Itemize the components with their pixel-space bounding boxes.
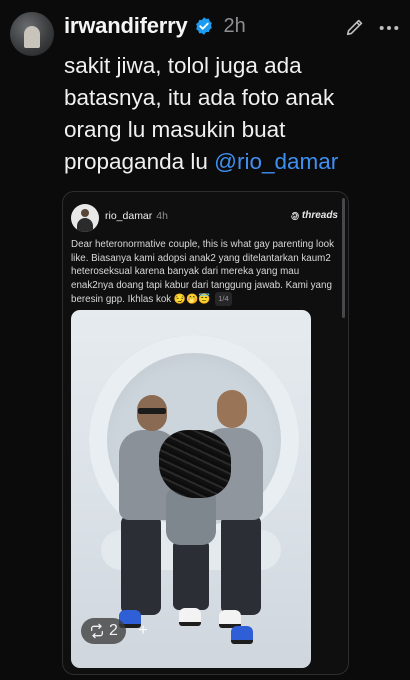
post-card: irwandiferry 2h sakit jiwa, tolol juga a… (0, 0, 410, 680)
plus-icon: + (138, 622, 148, 639)
quoted-time: 4h (156, 210, 168, 222)
quoted-photo[interactable]: 2 + (71, 310, 311, 668)
post-time: 2h (223, 14, 246, 37)
edit-icon[interactable] (344, 16, 366, 38)
photo-glasses (138, 408, 166, 414)
avatar-figure (24, 26, 40, 48)
scrollbar[interactable] (342, 198, 345, 318)
quoted-avatar-head (81, 209, 89, 217)
plus-button[interactable]: + (131, 618, 155, 644)
repost-icon (91, 623, 103, 639)
threads-label: threads (301, 210, 338, 221)
photo-shoe (179, 608, 201, 626)
repost-count: 2 (109, 622, 118, 639)
post-header: irwandiferry 2h (64, 12, 246, 40)
photo-person-right-head (217, 390, 247, 428)
threads-logo-icon (291, 211, 299, 220)
threads-badge: threads (290, 210, 338, 221)
photo-shoe (231, 626, 253, 644)
repost-button[interactable]: 2 (81, 618, 126, 644)
photo-child-legs (173, 540, 209, 610)
username[interactable]: irwandiferry (64, 13, 188, 39)
mention-link[interactable]: @rio_damar (214, 149, 338, 174)
image-counter: 1/4 (215, 292, 232, 306)
quoted-text: Dear heteronormative couple, this is wha… (71, 238, 335, 307)
quoted-post[interactable]: rio_damar 4h threads Dear heteronormative… (62, 191, 349, 675)
quoted-text-body: Dear heteronormative couple, this is wha… (71, 239, 335, 306)
more-icon[interactable] (378, 18, 400, 38)
quoted-username[interactable]: rio_damar (105, 210, 152, 222)
quoted-avatar-body (77, 218, 93, 232)
post-text: sakit jiwa, tolol juga ada batasnya, itu… (64, 50, 394, 178)
photo-person-right-legs (221, 515, 261, 615)
censor-scribble (159, 430, 231, 498)
photo-person-left-legs (121, 515, 161, 615)
avatar[interactable] (10, 12, 54, 56)
quoted-avatar[interactable] (71, 204, 99, 232)
verified-icon (195, 17, 212, 35)
quoted-user-line: rio_damar 4h (105, 210, 168, 222)
